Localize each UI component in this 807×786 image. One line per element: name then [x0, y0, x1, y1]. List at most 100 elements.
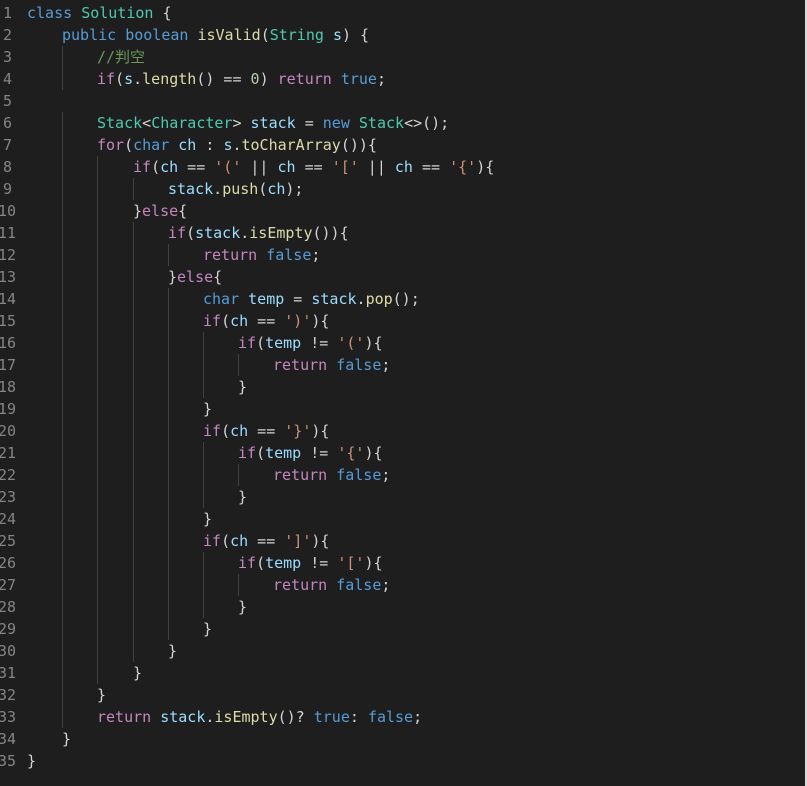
indent-guide	[168, 310, 169, 332]
indent-guide	[133, 596, 134, 618]
indent-guide	[133, 222, 134, 244]
code-text[interactable]: return false;	[273, 354, 390, 376]
code-text[interactable]: }	[133, 662, 142, 684]
code-text[interactable]: class Solution {	[27, 2, 172, 24]
code-token: );	[285, 180, 304, 198]
code-text[interactable]: if(temp != '['){	[238, 552, 383, 574]
indent-guide	[62, 552, 63, 574]
code-token: .	[133, 70, 143, 88]
code-token: <>();	[404, 114, 450, 132]
code-text[interactable]: }	[203, 618, 212, 640]
code-editor[interactable]: 1 class Solution {2 public boolean isValid…	[0, 0, 807, 786]
code-text[interactable]: }	[62, 728, 71, 750]
code-token: ch	[277, 158, 296, 176]
line-number: 14	[0, 290, 17, 308]
code-text[interactable]: }else{	[133, 200, 187, 222]
code-text[interactable]: if(stack.isEmpty()){	[168, 222, 349, 244]
indent-guide	[203, 552, 204, 574]
line-number: 18	[0, 378, 17, 396]
code-token: }	[62, 730, 72, 748]
code-token: pop	[365, 290, 393, 308]
code-text[interactable]: if(temp != '{'){	[238, 442, 383, 464]
code-text[interactable]: }	[97, 684, 106, 706]
code-token: .	[232, 136, 242, 154]
code-text[interactable]: if(temp != '('){	[238, 332, 383, 354]
code-token: (	[256, 554, 266, 572]
code-token: if	[238, 334, 257, 352]
code-token: ;	[381, 576, 391, 594]
code-token: ch	[230, 422, 249, 440]
code-token: Stack	[358, 114, 405, 132]
code-token: ()?	[277, 708, 314, 726]
code-text[interactable]: }	[27, 750, 36, 772]
code-text[interactable]: }	[238, 596, 247, 618]
code-text[interactable]: if(ch == '}'){	[203, 420, 329, 442]
code-token: char	[133, 136, 170, 154]
indent-guide	[62, 46, 63, 68]
code-text[interactable]: }else{	[168, 266, 222, 288]
code-token: char	[203, 290, 240, 308]
code-token: () ==	[196, 70, 251, 88]
code-text[interactable]: if(ch == '(' || ch == '[' || ch == '{'){	[133, 156, 494, 178]
code-token: temp	[265, 444, 302, 462]
indent-guide	[62, 156, 63, 178]
code-token: ==	[248, 312, 285, 330]
line-number: 17	[0, 356, 17, 374]
code-token: Character	[151, 114, 233, 132]
indent-guide	[203, 332, 204, 354]
code-text[interactable]: return false;	[203, 244, 320, 266]
line-number: 26	[0, 554, 17, 572]
indent-guide	[133, 530, 134, 552]
indent-guide	[97, 486, 98, 508]
code-token: true	[313, 708, 350, 726]
code-token: true	[340, 70, 377, 88]
code-text[interactable]: stack.push(ch);	[168, 178, 303, 200]
indent-guide	[168, 354, 169, 376]
line-number: 12	[0, 246, 17, 264]
indent-guide	[168, 376, 169, 398]
code-token: (	[256, 444, 266, 462]
indent-guide	[203, 354, 204, 376]
code-token: '('	[214, 158, 242, 176]
code-text[interactable]: if(ch == ')'){	[203, 310, 329, 332]
code-text[interactable]: //判空	[97, 46, 145, 68]
code-token: (	[221, 312, 231, 330]
code-text[interactable]: if(s.length() == 0) return true;	[97, 68, 386, 90]
code-token: (	[256, 334, 266, 352]
indent-guide	[62, 134, 63, 156]
indent-guide	[203, 486, 204, 508]
code-token: .	[356, 290, 366, 308]
code-token: false	[336, 466, 382, 484]
code-token: ||	[241, 158, 278, 176]
code-text[interactable]: }	[168, 640, 177, 662]
code-token: !=	[301, 554, 338, 572]
code-token: '{'	[337, 444, 365, 462]
code-text[interactable]: char temp = stack.pop();	[203, 288, 420, 310]
indent-guide	[62, 596, 63, 618]
code-token: }	[203, 400, 213, 418]
code-token: ){	[364, 554, 383, 572]
code-text[interactable]: public boolean isValid(String s) {	[62, 24, 369, 46]
code-token: String	[269, 26, 324, 44]
code-text[interactable]: if(ch == ']'){	[203, 530, 329, 552]
indent-guide	[168, 530, 169, 552]
code-text[interactable]: }	[238, 376, 247, 398]
code-token: ();	[392, 290, 420, 308]
code-text[interactable]: Stack<Character> stack = new Stack<>();	[97, 112, 449, 134]
code-token: ) {	[341, 26, 370, 44]
code-token: ')'	[284, 312, 312, 330]
code-text[interactable]: }	[203, 398, 212, 420]
code-text[interactable]: return stack.isEmpty()? true: false;	[97, 706, 422, 728]
code-text[interactable]: return false;	[273, 574, 390, 596]
indent-guide	[97, 552, 98, 574]
code-token: }	[168, 268, 178, 286]
code-text[interactable]: for(char ch : s.toCharArray()){	[97, 134, 377, 156]
code-text[interactable]: }	[203, 508, 212, 530]
code-token: {	[213, 268, 223, 286]
code-text[interactable]: }	[238, 486, 247, 508]
indent-guide	[97, 156, 98, 178]
code-text[interactable]: return false;	[273, 464, 390, 486]
indent-guide	[97, 464, 98, 486]
